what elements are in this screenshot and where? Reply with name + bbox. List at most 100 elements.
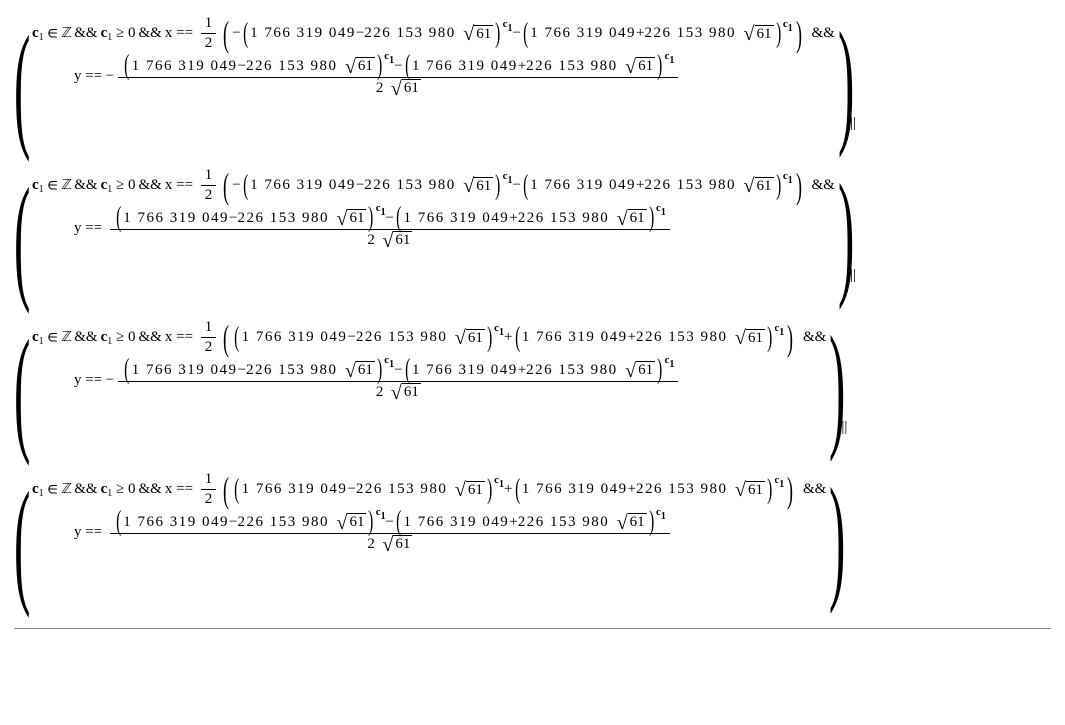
operator: + — [628, 329, 636, 346]
large-integer-b: 226 153 980 — [526, 362, 618, 379]
operator: − — [229, 514, 237, 531]
equals-symbol: == — [172, 177, 196, 194]
subscript-1: 1 — [389, 55, 394, 66]
denominator: 2 — [201, 490, 217, 509]
large-integer-a: 1 766 319 049 — [242, 481, 348, 498]
square-root: √61 — [382, 231, 412, 249]
subscript-1: 1 — [788, 23, 793, 34]
square-root: √61 — [617, 209, 647, 227]
operator: − — [386, 210, 394, 227]
constant-c: c — [32, 25, 39, 42]
numerator: (1 766 319 049 − 226 153 980 √61)c1 − (1… — [110, 511, 670, 533]
exponent: c1 — [656, 202, 666, 214]
square-root: √61 — [391, 383, 421, 401]
constant-c: c — [32, 481, 39, 498]
subscript-1: 1 — [389, 359, 394, 370]
square-root: √61 — [336, 513, 366, 531]
open-paren-icon: ( — [14, 472, 20, 612]
large-integer-a: 1 766 319 049 — [530, 25, 636, 42]
subscript-1: 1 — [39, 32, 44, 43]
sqrt-argument: 61 — [628, 209, 647, 227]
condition-line-y: y == (1 766 319 049 − 226 153 980 √61)c1… — [32, 511, 829, 554]
large-integer-a: 1 766 319 049 — [412, 362, 518, 379]
large-integer-a: 1 766 319 049 — [403, 210, 509, 227]
zero: 0 — [128, 329, 136, 346]
constant-c: c — [32, 177, 39, 194]
square-root: √61 — [455, 329, 485, 347]
operator: + — [509, 210, 517, 227]
constant-c: c — [101, 25, 108, 42]
variable-x: x — [165, 177, 173, 194]
subscript-1: 1 — [661, 207, 666, 218]
large-integer-a: 1 766 319 049 — [403, 514, 509, 531]
subscript-1: 1 — [39, 184, 44, 195]
exponent: c1 — [774, 474, 784, 486]
large-integer-a: 1 766 319 049 — [250, 25, 356, 42]
variable-y: y — [74, 372, 82, 389]
square-root: √61 — [391, 79, 421, 97]
numerator: 1 — [201, 166, 217, 185]
constant-c: c — [503, 170, 508, 182]
integers-symbol: ℤ — [62, 328, 72, 347]
close-paren-icon: ) — [829, 316, 834, 456]
element-of-symbol: ∈ — [44, 480, 62, 499]
operator: − — [394, 362, 402, 379]
denominator: 2 √61 — [372, 382, 425, 402]
operator: + — [636, 177, 644, 194]
greater-equal-symbol: ≥ — [112, 25, 128, 42]
exponent: c1 — [664, 354, 674, 366]
square-root: √61 — [345, 361, 375, 379]
square-root: √61 — [463, 25, 493, 43]
large-integer-b: 226 153 980 — [246, 362, 338, 379]
large-integer-b: 226 153 980 — [526, 58, 618, 75]
subscript-1: 1 — [779, 479, 784, 490]
fraction-one-half: 1 2 — [201, 318, 217, 357]
exponent: c1 — [503, 170, 513, 182]
sqrt-argument: 61 — [393, 535, 412, 553]
large-integer-a: 1 766 319 049 — [132, 362, 238, 379]
element-of-symbol: ∈ — [44, 176, 62, 195]
condition-line-x: c1 ∈ ℤ && c1 ≥ 0 && x == 1 2 ((1 766 319… — [32, 318, 829, 357]
sqrt-argument: 61 — [746, 481, 765, 499]
close-paren-icon: ) — [829, 468, 834, 608]
denominator: 2 — [201, 34, 217, 53]
clause-body: c1 ∈ ℤ && c1 ≥ 0 && x == 1 2 (−(1 766 31… — [32, 12, 838, 160]
operator: + — [518, 362, 526, 379]
element-of-symbol: ∈ — [44, 328, 62, 347]
sqrt-argument: 61 — [466, 329, 485, 347]
constant-c: c — [32, 329, 39, 346]
exponent: c1 — [656, 506, 666, 518]
two: 2 — [376, 384, 384, 401]
fraction-y-expression: (1 766 319 049 − 226 153 980 √61)c1 − (1… — [110, 207, 670, 250]
large-integer-b: 226 153 980 — [645, 177, 737, 194]
constant-c: c — [101, 329, 108, 346]
logical-clause: ( c1 ∈ ℤ && c1 ≥ 0 && x == 1 2 (−(1 766 … — [14, 164, 1051, 312]
large-integer-b: 226 153 980 — [237, 514, 329, 531]
condition-line-y: y == − (1 766 319 049 − 226 153 980 √61)… — [32, 359, 829, 402]
large-integer-b: 226 153 980 — [364, 25, 456, 42]
fraction-y-expression: (1 766 319 049 − 226 153 980 √61)c1 − (1… — [118, 55, 678, 98]
sqrt-argument: 61 — [356, 57, 375, 75]
square-root: √61 — [735, 481, 765, 499]
square-root: √61 — [625, 57, 655, 75]
logical-or-expression: ( c1 ∈ ℤ && c1 ≥ 0 && x == 1 2 (−(1 766 … — [14, 12, 1051, 616]
exponent: c1 — [774, 322, 784, 334]
operator: + — [504, 329, 512, 346]
sqrt-argument: 61 — [356, 361, 375, 379]
large-integer-a: 1 766 319 049 — [522, 481, 628, 498]
square-root: √61 — [455, 481, 485, 499]
subscript-1: 1 — [39, 336, 44, 347]
variable-x: x — [165, 481, 173, 498]
variable-y: y — [74, 68, 82, 85]
condition-line-x: c1 ∈ ℤ && c1 ≥ 0 && x == 1 2 (−(1 766 31… — [32, 166, 838, 205]
constant-c: c — [783, 170, 788, 182]
square-root: √61 — [744, 177, 774, 195]
logical-and: && — [799, 329, 826, 346]
large-integer-b: 226 153 980 — [356, 329, 448, 346]
equals-symbol: == — [82, 220, 106, 237]
condition-line-x: c1 ∈ ℤ && c1 ≥ 0 && x == 1 2 (−(1 766 31… — [32, 14, 838, 53]
equals-symbol: == — [82, 68, 106, 85]
unary-minus: − — [106, 68, 114, 85]
fraction-one-half: 1 2 — [201, 14, 217, 53]
sqrt-argument: 61 — [755, 177, 774, 195]
